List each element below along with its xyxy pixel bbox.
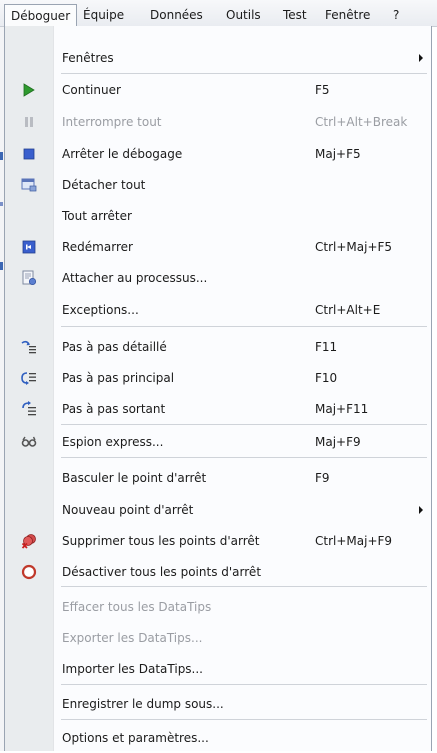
menu-item-redemarrer[interactable]: Redémarrer Ctrl+Maj+F5	[5, 232, 431, 262]
menu-item-label: Redémarrer	[62, 240, 133, 254]
step-into-icon	[21, 339, 37, 355]
menu-donnees[interactable]: Données	[150, 6, 203, 25]
menu-item-shortcut: F10	[315, 371, 338, 385]
menu-item-label: Pas à pas sortant	[62, 402, 166, 416]
menu-item-importer-datatips[interactable]: Importer les DataTips...	[5, 654, 431, 684]
attach-process-icon	[21, 270, 37, 286]
detach-icon	[21, 177, 37, 193]
menu-deboguer[interactable]: Déboguer	[4, 4, 78, 27]
menu-item-shortcut: F11	[315, 340, 338, 354]
menu-item-shortcut: Maj+F9	[315, 435, 361, 449]
menu-item-nouveau-point-arret[interactable]: Nouveau point d'arrêt	[5, 495, 431, 525]
menu-item-shortcut: F5	[315, 83, 330, 97]
menu-item-shortcut: Ctrl+Maj+F5	[315, 240, 393, 254]
menu-item-basculer-point-arret[interactable]: Basculer le point d'arrêt F9	[5, 463, 431, 493]
menu-item-label: Enregistrer le dump sous...	[62, 697, 224, 711]
menu-item-espion-express[interactable]: Espion express... Maj+F9	[5, 427, 431, 457]
menu-test[interactable]: Test	[283, 6, 307, 25]
menu-item-label: Basculer le point d'arrêt	[62, 471, 207, 485]
menu-separator	[61, 457, 427, 458]
menu-item-attacher-processus[interactable]: Attacher au processus...	[5, 263, 431, 293]
menu-item-exceptions[interactable]: Exceptions... Ctrl+Alt+E	[5, 295, 431, 325]
menu-item-exporter-datatips[interactable]: Exporter les DataTips...	[5, 623, 431, 653]
menu-separator	[61, 73, 427, 74]
menu-item-label: Exporter les DataTips...	[62, 631, 203, 645]
menu-item-label: Désactiver tous les points d'arrêt	[62, 565, 262, 579]
menu-item-shortcut: Ctrl+Alt+Break	[315, 115, 408, 129]
menu-item-fenetres[interactable]: Fenêtres	[5, 43, 431, 73]
menu-item-shortcut: Maj+F11	[315, 402, 369, 416]
menu-item-label: Nouveau point d'arrêt	[62, 503, 194, 517]
quickwatch-icon	[21, 434, 37, 450]
menu-item-effacer-datatips[interactable]: Effacer tous les DataTips	[5, 592, 431, 622]
menu-item-label: Arrêter le débogage	[62, 147, 183, 161]
menu-item-label: Tout arrêter	[62, 209, 132, 223]
submenu-arrow-icon	[419, 54, 423, 62]
submenu-arrow-icon	[419, 506, 423, 514]
menu-item-supprimer-points-arret[interactable]: Supprimer tous les points d'arrêt Ctrl+M…	[5, 526, 431, 556]
menubar: Déboguer Équipe Données Outils Test Fenê…	[0, 0, 437, 27]
menu-item-label: Exceptions...	[62, 303, 139, 317]
menu-separator	[61, 684, 427, 685]
menu-item-shortcut: Maj+F5	[315, 147, 361, 161]
menu-item-label: Pas à pas principal	[62, 371, 175, 385]
menu-item-shortcut: Ctrl+Maj+F9	[315, 534, 393, 548]
debug-dropdown-menu: Fenêtres Continuer F5 Interrompre tout C…	[4, 26, 432, 751]
menu-item-label: Importer les DataTips...	[62, 662, 203, 676]
delete-breakpoints-icon	[21, 533, 37, 549]
menu-item-shortcut: Ctrl+Alt+E	[315, 303, 381, 317]
disable-breakpoints-icon	[21, 564, 37, 580]
menu-item-interrompre-tout[interactable]: Interrompre tout Ctrl+Alt+Break	[5, 107, 431, 137]
menu-item-label: Supprimer tous les points d'arrêt	[62, 534, 260, 548]
menu-item-label: Pas à pas détaillé	[62, 340, 167, 354]
menu-item-shortcut: F9	[315, 471, 330, 485]
background-fragment	[0, 152, 3, 160]
menu-item-detacher-tout[interactable]: Détacher tout	[5, 170, 431, 200]
menu-item-label: Effacer tous les DataTips	[62, 600, 212, 614]
menu-item-arreter-debogage[interactable]: Arrêter le débogage Maj+F5	[5, 139, 431, 169]
restart-icon	[21, 239, 37, 255]
pause-icon	[21, 114, 37, 130]
background-fragment	[0, 202, 3, 206]
menu-item-pas-detaille[interactable]: Pas à pas détaillé F11	[5, 332, 431, 362]
menu-item-label: Options et paramètres...	[62, 731, 209, 745]
step-out-icon	[21, 401, 37, 417]
menu-item-options-parametres[interactable]: Options et paramètres...	[5, 723, 431, 753]
menu-item-label: Interrompre tout	[62, 115, 162, 129]
menu-item-label: Continuer	[62, 83, 121, 97]
menu-help[interactable]: ?	[393, 6, 399, 25]
menu-item-desactiver-points-arret[interactable]: Désactiver tous les points d'arrêt	[5, 557, 431, 587]
play-icon	[21, 82, 37, 98]
menu-fenetre[interactable]: Fenêtre	[325, 6, 370, 25]
menu-item-tout-arreter[interactable]: Tout arrêter	[5, 201, 431, 231]
menu-item-enregistrer-dump[interactable]: Enregistrer le dump sous...	[5, 689, 431, 719]
menu-item-continuer[interactable]: Continuer F5	[5, 75, 431, 105]
menu-item-label: Attacher au processus...	[62, 271, 208, 285]
menu-equipe[interactable]: Équipe	[83, 6, 124, 25]
menu-item-pas-sortant[interactable]: Pas à pas sortant Maj+F11	[5, 394, 431, 424]
menu-separator	[61, 719, 427, 720]
menu-separator	[61, 586, 427, 587]
background-fragment	[0, 262, 3, 270]
menu-outils[interactable]: Outils	[226, 6, 261, 25]
menu-separator	[61, 424, 427, 425]
menu-item-label: Détacher tout	[62, 178, 146, 192]
menu-item-pas-principal[interactable]: Pas à pas principal F10	[5, 363, 431, 393]
menu-item-label: Fenêtres	[62, 51, 114, 65]
menu-separator	[61, 326, 427, 327]
menu-item-label: Espion express...	[62, 435, 164, 449]
stop-icon	[21, 146, 37, 162]
step-over-icon	[21, 370, 37, 386]
